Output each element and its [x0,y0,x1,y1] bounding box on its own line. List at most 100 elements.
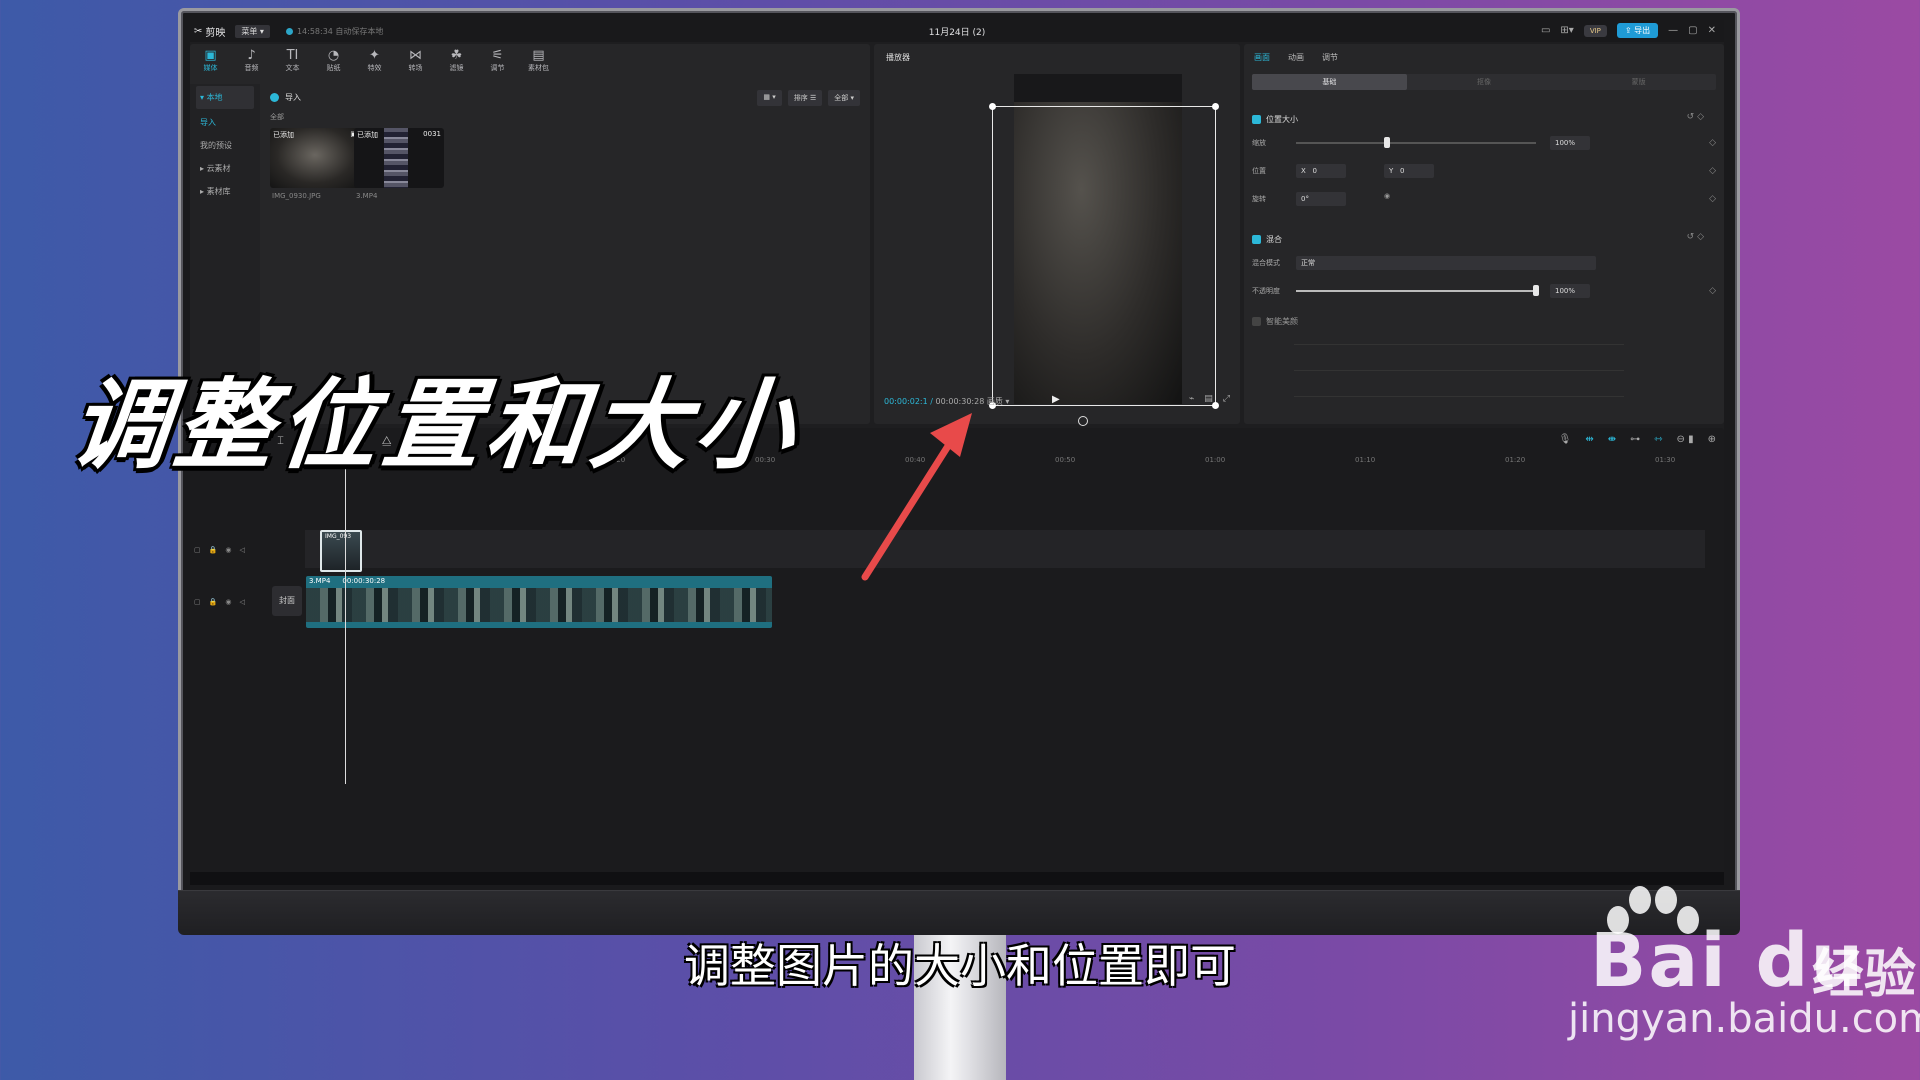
menu-button[interactable]: 菜单 ▾ [235,24,270,38]
checkbox-size[interactable] [1252,115,1261,124]
main-track-magnet-icon[interactable]: ⇹ [1585,434,1593,445]
sidebar-item-presets[interactable]: 我的预设 [190,134,260,157]
mute-icon[interactable]: ◁ [239,598,244,606]
sidebar-item-local[interactable]: ▾ 本地 [196,86,254,109]
sort-button[interactable]: 排序 ☰ [787,90,823,106]
maximize-icon[interactable]: ▢ [1688,25,1697,36]
view-mode-button[interactable]: ▦ ▾ [757,90,782,106]
ruler-tick: 01:10 [1355,456,1376,464]
app-logo: ✂ 剪映 [194,24,225,39]
subtab-cutout[interactable]: 抠像 [1407,74,1562,90]
import-button[interactable]: 导入 [270,92,301,103]
reset-icon[interactable]: ↺ ◇ [1687,112,1704,122]
close-icon[interactable]: ✕ [1708,25,1716,36]
position-row: 位置 X 0 Y 0 ◇ [1252,164,1716,178]
preview-axis-icon[interactable]: ⇿ [1654,434,1662,445]
keyframe-icon[interactable]: ◇ [1709,138,1716,148]
tab-adjust[interactable]: 调节 [1322,52,1338,63]
baidu-watermark: Bai du 经验 jingyan.baidu.com [1470,880,1920,1042]
zoom-out-icon[interactable]: ⊖ ▮ [1677,434,1694,445]
clip-duration: 00:00:30:28 [342,577,386,585]
tool-media[interactable]: ▣ 媒体 [194,48,227,73]
sidebar-item-cloud[interactable]: ▸ 云素材 [190,157,260,180]
keyframe-icon[interactable]: ◇ [1709,194,1716,204]
sidebar-label: 云素材 [206,164,231,173]
ratio-icon[interactable]: ▤ [1204,394,1213,404]
track-toggle-icon[interactable]: ▢ [194,546,201,554]
lock-icon[interactable]: 🔒 [209,546,218,554]
reset-icon[interactable]: ↺ ◇ [1687,232,1704,242]
checkbox-beauty[interactable] [1252,317,1261,326]
keyframe-icon[interactable]: ◇ [1709,286,1716,296]
keyframe-icon[interactable]: ◇ [1709,166,1716,176]
scale-slider-knob[interactable] [1384,137,1391,148]
tool-effects[interactable]: ✦ 特效 [358,48,391,73]
rotate-dial-icon[interactable]: ◉ [1384,192,1390,200]
zoom-in-icon[interactable]: ⊕ [1708,434,1716,445]
mute-icon[interactable]: ◁ [239,546,244,554]
minimize-icon[interactable]: — [1668,25,1678,36]
tool-package[interactable]: ▤ 素材包 [522,48,555,73]
selection-box[interactable] [989,103,1219,409]
waveform-icon[interactable]: ⌁ [1189,394,1194,404]
sidebar-label: 导入 [200,118,216,127]
scale-slider[interactable] [1296,137,1536,148]
vip-badge[interactable]: VIP [1583,24,1607,37]
link-icon[interactable]: ⊶ [1630,434,1640,445]
microphone-icon[interactable]: 🎙 [1559,434,1572,445]
playhead[interactable] [341,454,350,784]
tab-animation[interactable]: 动画 [1288,52,1304,63]
scale-input[interactable]: 100% [1550,136,1590,150]
logo-icon: ✂ [194,25,203,37]
play-icon[interactable]: ▶ [1052,394,1060,405]
fullscreen-icon[interactable]: ⤢ [1223,394,1230,404]
media-name: IMG_0930.JPG [272,192,321,200]
tool-sticker[interactable]: ◔ 贴纸 [317,48,350,73]
rotate-handle-icon[interactable] [1078,416,1088,426]
player-title: 播放器 [886,53,910,62]
layout-icon[interactable]: ▭ [1541,25,1550,36]
sidebar-label: 本地 [206,93,223,102]
lock-icon[interactable]: 🔒 [209,598,218,606]
eye-icon[interactable]: ◉ [225,546,231,554]
opacity-input[interactable]: 100% [1550,284,1590,298]
opacity-slider-knob[interactable] [1533,285,1539,296]
export-button[interactable]: ⇪ 导出 [1616,23,1659,38]
video-clip[interactable]: 3.MP4 00:00:30:28 [306,576,772,628]
subtab-basic[interactable]: 基础 [1252,74,1407,90]
media-thumbnail[interactable]: 已添加 ▣ [270,128,360,188]
tool-filter[interactable]: ☘ 滤镜 [440,48,473,73]
player-panel: 播放器 00:00:02:1 / 00:00:30:28 画质 ▾ ▶ ⌁ ▤ … [874,44,1240,426]
checkbox-blend[interactable] [1252,235,1261,244]
sticker-icon: ◔ [327,48,340,63]
headline-overlay: 调整位置和大小 [65,369,806,483]
media-thumbnail[interactable]: 已添加 0031 [354,128,444,188]
autosave-text: 14:58:34 自动保存本地 [296,26,384,36]
sidebar-item-library[interactable]: ▸ 素材库 [190,180,260,203]
tool-text[interactable]: TI 文本 [276,48,309,73]
package-icon: ▤ [532,48,545,63]
tool-transition[interactable]: ⋈ 转场 [399,48,432,73]
resize-handle[interactable] [989,103,996,110]
tab-picture[interactable]: 画面 [1254,52,1270,63]
tool-audio[interactable]: ♪ 音频 [235,48,268,73]
auto-snap-icon[interactable]: ⇼ [1608,434,1616,445]
rotate-input[interactable]: 0° [1296,192,1346,206]
sidebar-item-import[interactable]: 导入 [190,111,260,134]
image-clip[interactable]: IMG_093 [320,530,362,572]
resize-handle[interactable] [1212,103,1219,110]
effects-icon: ✦ [369,48,380,63]
scale-row: 缩放 100% ◇ [1252,136,1716,150]
position-y-input[interactable]: Y 0 [1384,164,1434,178]
opacity-slider[interactable] [1296,285,1539,296]
eye-icon[interactable]: ◉ [225,598,231,606]
track-toggle-icon[interactable]: ▢ [194,598,201,606]
position-x-input[interactable]: X 0 [1296,164,1346,178]
cover-button[interactable]: 封面 [272,586,302,616]
tool-adjust[interactable]: ⚟ 调节 [481,48,514,73]
grid-layout-icon[interactable]: ⊞▾ [1560,25,1573,36]
filter-button[interactable]: 全部 ▾ [828,90,860,106]
quality-select[interactable]: 画质 ▾ [987,397,1010,406]
subtab-mask[interactable]: 蒙版 [1561,74,1716,90]
blend-mode-select[interactable]: 正常 [1296,256,1596,270]
